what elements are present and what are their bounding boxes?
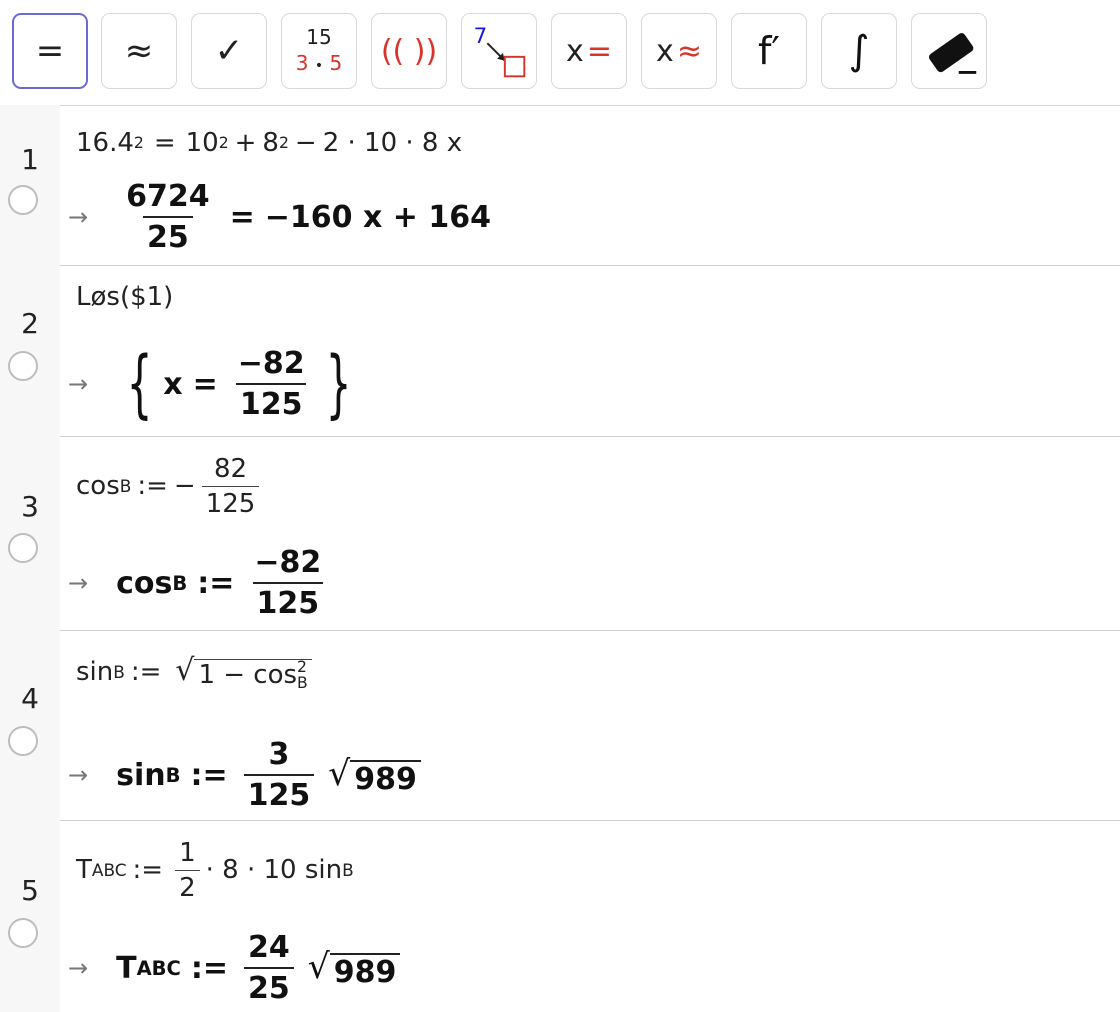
nsolve-button[interactable]: x ≈ — [641, 13, 717, 89]
row-input[interactable]: T ABC := 1 2 · 8 · 10 sin B — [76, 832, 354, 908]
cas-row-2: 2 Løs($1) → { x = −82 125 } — [0, 265, 1120, 437]
derivative-button[interactable]: f′ — [731, 13, 807, 89]
integral-icon: ∫ — [848, 28, 870, 74]
result-arrow-icon: → — [68, 761, 89, 789]
square-root: √ 989 — [308, 947, 401, 990]
solve-button[interactable]: x = — [551, 13, 627, 89]
cas-toolbar: = ≈ ✓ 15 3 • 5 (( )) 7 x = x ≈ f′ ∫ — [0, 0, 1120, 106]
row-gutter — [0, 436, 60, 630]
row-output: → { x = −82 125 } — [68, 341, 352, 427]
row-input[interactable]: Løs($1) — [76, 277, 173, 317]
delete-button[interactable] — [911, 13, 987, 89]
row-input[interactable]: cos B := − 82 125 — [76, 444, 265, 528]
substitute-icon: 7 — [474, 24, 526, 78]
row-gutter — [0, 820, 60, 1012]
expand-icon: (( )) — [380, 33, 438, 69]
visibility-toggle[interactable] — [8, 185, 38, 215]
integral-button[interactable]: ∫ — [821, 13, 897, 89]
row-gutter — [0, 630, 60, 820]
row-output: → sin B := 3 125 √ 989 — [68, 732, 421, 818]
factor-button[interactable]: 15 3 • 5 — [281, 13, 357, 89]
solve-icon: x = — [566, 33, 612, 69]
row-number: 4 — [21, 682, 39, 715]
visibility-toggle[interactable] — [8, 918, 38, 948]
fraction: −82 125 — [235, 346, 307, 422]
result-arrow-icon: → — [68, 954, 89, 982]
row-gutter — [0, 105, 60, 265]
equals-icon: = — [35, 31, 65, 71]
derivative-icon: f′ — [757, 29, 780, 73]
row-number: 1 — [21, 143, 39, 176]
approx-icon: ≈ — [124, 31, 154, 71]
row-number: 3 — [21, 490, 39, 523]
fraction: 3 125 — [243, 737, 315, 813]
fraction: −82 125 — [252, 545, 324, 621]
visibility-toggle[interactable] — [8, 726, 38, 756]
row-input[interactable]: 16.4 2 = 10 2 + 82 − 2 · 10 · 8 x — [76, 123, 462, 163]
svg-text:7: 7 — [474, 24, 488, 49]
keep-input-button[interactable]: ✓ — [191, 13, 267, 89]
result-arrow-icon: → — [68, 569, 89, 597]
expand-button[interactable]: (( )) — [371, 13, 447, 89]
fraction: 6724 25 — [126, 179, 210, 255]
cas-row-5: 5 T ABC := 1 2 · 8 · 10 sin B → T ABC := 24… — [0, 820, 1120, 1012]
nsolve-icon: x ≈ — [656, 33, 702, 69]
evaluate-button[interactable]: = — [12, 13, 88, 89]
row-input[interactable]: sin B := √ 1 − cos 2 B — [76, 644, 312, 700]
row-number: 5 — [21, 874, 39, 907]
checkmark-icon: ✓ — [214, 31, 244, 71]
row-output: → cos B := −82 125 — [68, 540, 331, 626]
eraser-icon — [928, 33, 977, 74]
square-root: √ 1 − cos 2 B — [175, 653, 312, 691]
fraction: 1 2 — [175, 838, 200, 903]
row-output: → T ABC := 24 25 √ 989 — [68, 926, 401, 1010]
factor-icon: 15 3 • 5 — [295, 24, 343, 75]
numeric-button[interactable]: ≈ — [101, 13, 177, 89]
cas-row-3: 3 cos B := − 82 125 → cos B := −82 125 — [0, 436, 1120, 631]
result-arrow-icon: → — [68, 203, 89, 231]
row-output: → 6724 25 = −160 x + 164 — [68, 179, 491, 255]
fraction: 24 25 — [243, 930, 294, 1006]
fraction: 82 125 — [201, 454, 260, 519]
cas-row-1: 1 16.4 2 = 10 2 + 82 − 2 · 10 · 8 x → 6724… — [0, 105, 1120, 266]
result-arrow-icon: → — [68, 370, 89, 398]
visibility-toggle[interactable] — [8, 533, 38, 563]
row-number: 2 — [21, 307, 39, 340]
square-root: √ 989 — [328, 754, 421, 797]
visibility-toggle[interactable] — [8, 351, 38, 381]
substitute-button[interactable]: 7 — [461, 13, 537, 89]
row-gutter — [0, 265, 60, 436]
cas-row-4: 4 sin B := √ 1 − cos 2 B → sin B := 3 125 √ … — [0, 630, 1120, 821]
